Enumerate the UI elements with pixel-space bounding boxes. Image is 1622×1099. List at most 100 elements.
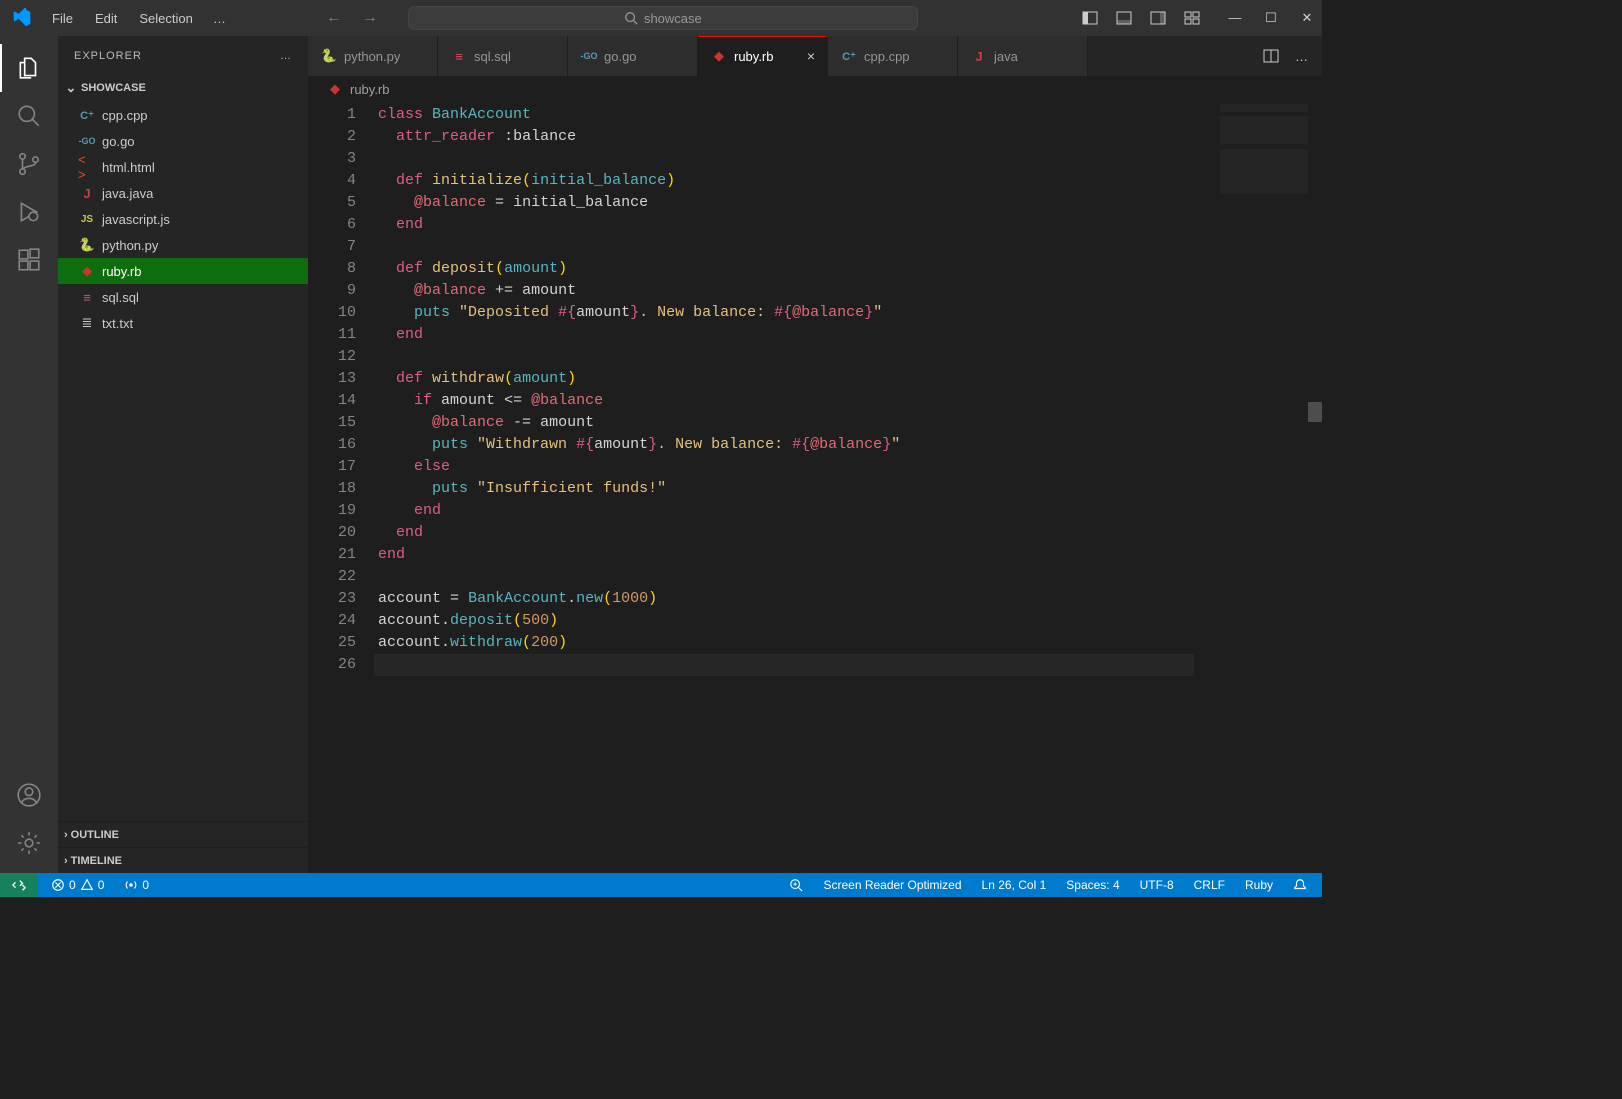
go-icon: -GO [580,51,598,61]
file-label: html.html [102,160,155,175]
minimap[interactable] [1220,104,1308,204]
menu-bar: FileEditSelection [42,7,203,30]
file-item-java-java[interactable]: Jjava.java [58,180,308,206]
vscode-icon [12,8,32,28]
file-item-javascript-js[interactable]: JS javascript.js [58,206,308,232]
minimize-button[interactable]: — [1228,10,1242,26]
section-outline[interactable]: ›OUTLINE [58,821,308,847]
folder-header[interactable]: ⌄ SHOWCASE [58,76,308,100]
activity-extensions[interactable] [0,236,58,284]
maximize-button[interactable]: ☐ [1264,10,1278,26]
tab-java[interactable]: Jjava [958,36,1088,76]
search-icon [16,103,42,129]
editor-body[interactable]: 1234567891011121314151617181920212223242… [308,102,1322,873]
remote-button[interactable] [0,873,38,897]
file-item-cpp-cpp[interactable]: C⁺cpp.cpp [58,102,308,128]
rb-icon: ◆ [78,263,96,279]
status-ports[interactable]: 0 [121,878,152,892]
tab-cpp-cpp[interactable]: C⁺cpp.cpp [828,36,958,76]
status-problems[interactable]: 0 0 [48,878,107,892]
breadcrumb-file: ruby.rb [350,82,390,97]
activity-manage[interactable] [0,819,58,867]
file-label: java.java [102,186,153,201]
nav-back[interactable]: ← [326,9,342,27]
titlebar: FileEditSelection … ← → showcase — ☐ ✕ [0,0,1322,36]
file-item-sql-sql[interactable]: ≡sql.sql [58,284,308,310]
file-label: ruby.rb [102,264,142,279]
layout-primary-icon[interactable] [1082,10,1098,26]
status-ln-col[interactable]: Ln 26, Col 1 [979,878,1050,892]
zoom-icon [789,878,803,892]
tab-go-go[interactable]: -GOgo.go [568,36,698,76]
warning-icon [80,878,94,892]
tab-label: ruby.rb [734,49,774,64]
activity-accounts[interactable] [0,771,58,819]
js-icon: JS [78,214,96,225]
file-item-ruby-rb[interactable]: ◆ ruby.rb [58,258,308,284]
customize-layout-icon[interactable] [1184,10,1200,26]
file-label: txt.txt [102,316,133,331]
error-icon [51,878,65,892]
activity-bar [0,36,58,873]
chevron-right-icon: › [64,829,68,841]
files-icon [16,55,42,81]
file-item-python-py[interactable]: 🐍python.py [58,232,308,258]
activity-explorer[interactable] [0,44,58,92]
layout-secondary-icon[interactable] [1150,10,1166,26]
menu-file[interactable]: File [42,7,83,30]
file-list: C⁺cpp.cpp-GOgo.go< >html.htmlJjava.javaJ… [58,100,308,338]
tab-overflow[interactable]: … [1295,49,1308,64]
menu-edit[interactable]: Edit [85,7,127,30]
chevron-right-icon: › [64,855,68,867]
radio-icon [124,878,138,892]
ruby-icon: ◆ [326,81,344,97]
status-eol[interactable]: CRLF [1191,878,1228,892]
editor-area: 🐍python.py≡sql.sql-GOgo.go ◆ ruby.rb × C⁺cpp… [308,36,1322,873]
nav-forward[interactable]: → [362,9,378,27]
file-item-txt-txt[interactable]: ≣ txt.txt [58,310,308,336]
status-language[interactable]: Ruby [1242,878,1276,892]
file-label: javascript.js [102,212,170,227]
command-center[interactable]: showcase [408,6,918,30]
activity-search[interactable] [0,92,58,140]
close-icon[interactable]: × [807,48,815,64]
sidebar-actions[interactable]: … [280,50,292,62]
tab-python-py[interactable]: 🐍python.py [308,36,438,76]
tab-ruby-rb[interactable]: ◆ ruby.rb × [698,36,828,76]
sidebar-title: EXPLORER [74,50,142,62]
activity-run-debug[interactable] [0,188,58,236]
menu-selection[interactable]: Selection [129,7,202,30]
branch-icon [16,151,42,177]
menu-overflow[interactable]: … [203,7,236,30]
txt-icon: ≣ [78,315,96,331]
go-icon: -GO [78,136,96,146]
file-label: go.go [102,134,135,149]
status-zoom[interactable] [786,878,806,892]
code-content[interactable]: class BankAccount attr_reader :balance d… [378,102,1322,873]
py-icon: 🐍 [78,237,96,253]
cpp-icon: C⁺ [840,50,858,63]
file-label: cpp.cpp [102,108,148,123]
status-screen-reader[interactable]: Screen Reader Optimized [820,878,964,892]
sql-icon: ≡ [450,49,468,64]
search-placeholder: showcase [644,11,702,26]
overview-ruler[interactable] [1308,102,1322,873]
status-spaces[interactable]: Spaces: 4 [1063,878,1122,892]
chevron-down-icon: ⌄ [64,80,78,96]
tab-sql-sql[interactable]: ≡sql.sql [438,36,568,76]
section-timeline[interactable]: ›TIMELINE [58,847,308,873]
status-notifications[interactable] [1290,878,1310,892]
layout-panel-icon[interactable] [1116,10,1132,26]
bell-icon [1293,878,1307,892]
tab-label: python.py [344,49,400,64]
rb-icon: ◆ [710,48,728,64]
breadcrumb[interactable]: ◆ ruby.rb [308,76,1322,102]
file-item-html-html[interactable]: < > html.html [58,154,308,180]
split-editor-icon[interactable] [1263,48,1279,64]
file-item-go-go[interactable]: -GO go.go [58,128,308,154]
close-button[interactable]: ✕ [1300,10,1314,26]
java-icon: J [970,49,988,64]
html-icon: < > [78,152,96,182]
status-encoding[interactable]: UTF-8 [1137,878,1177,892]
activity-source-control[interactable] [0,140,58,188]
